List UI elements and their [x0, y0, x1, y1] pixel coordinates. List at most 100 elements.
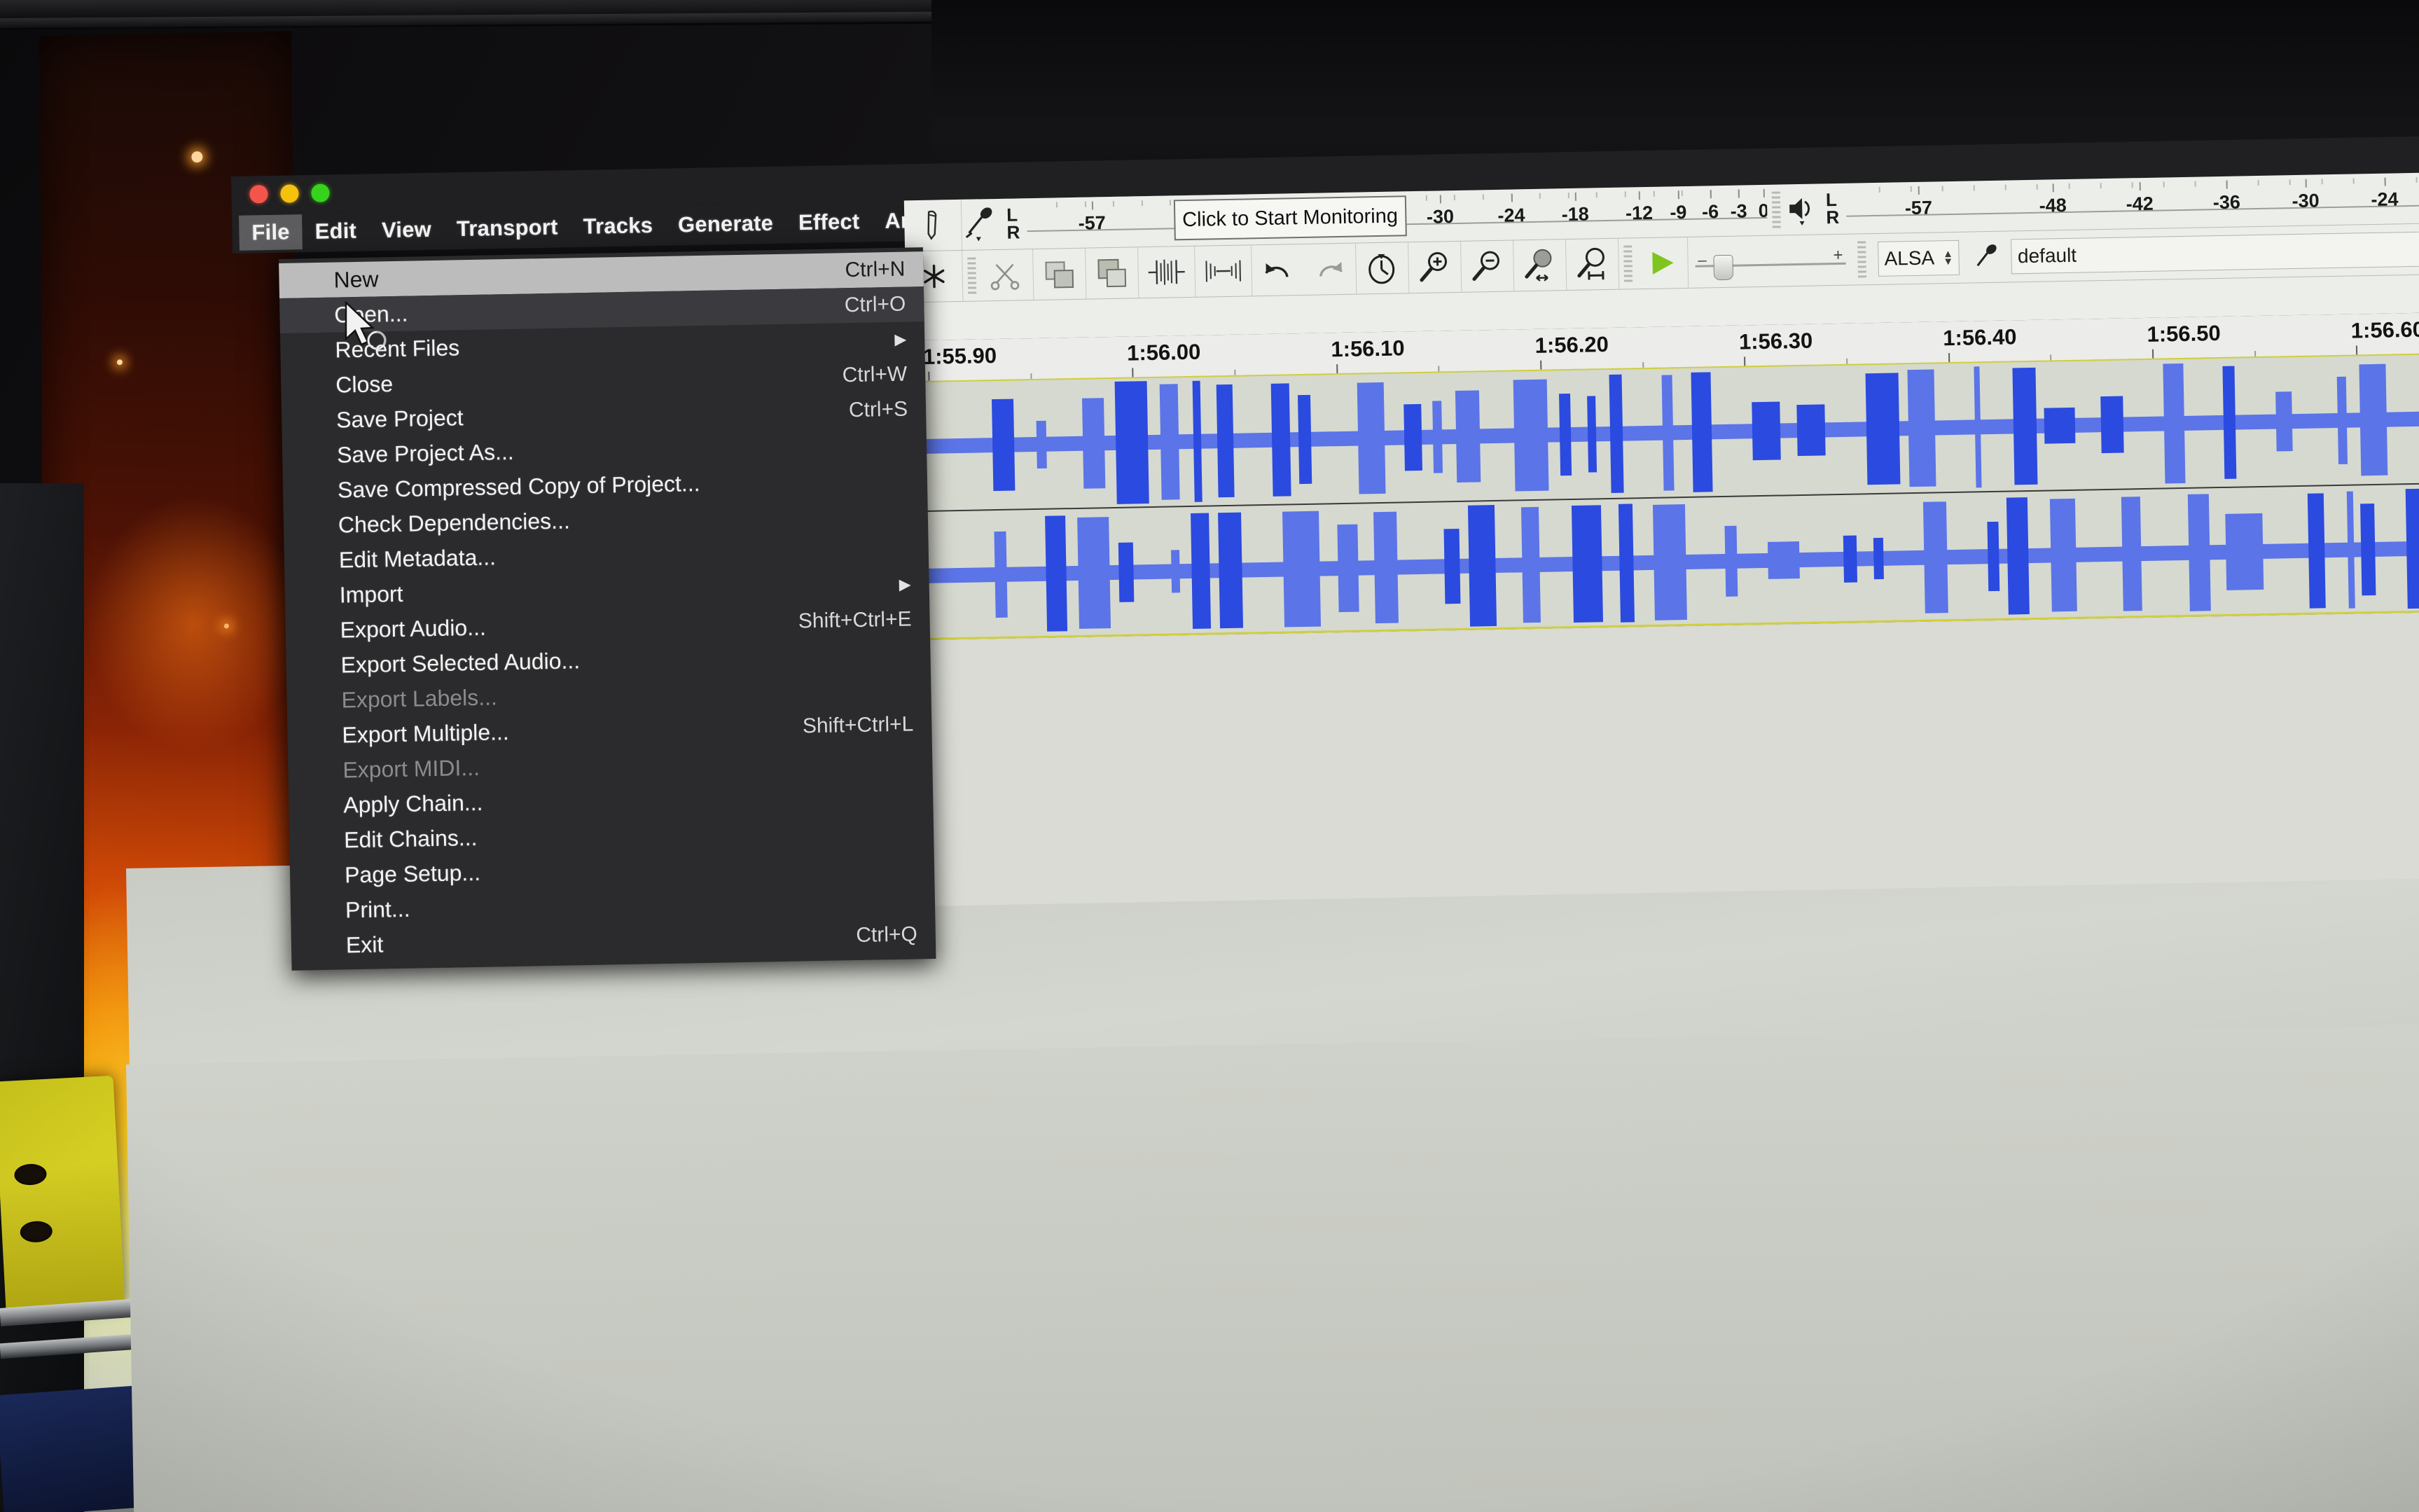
zoom-in-button[interactable] — [1408, 241, 1462, 293]
paste-button[interactable] — [1086, 247, 1139, 299]
waveform-burst — [1270, 382, 1291, 497]
meter-scale-label: -42 — [2126, 193, 2154, 215]
undo-button[interactable] — [1252, 244, 1304, 296]
trim-audio-button[interactable] — [1138, 246, 1196, 298]
sync-lock-button[interactable] — [1356, 242, 1410, 294]
waveform-burst — [2012, 367, 2038, 485]
waveform-burst — [1191, 513, 1212, 630]
meter-minor-tick — [2037, 183, 2039, 190]
timeline-minor-tick — [2050, 354, 2052, 361]
zoom-out-button[interactable] — [1460, 240, 1515, 292]
timeline-minor-tick — [1234, 369, 1236, 375]
waveform-burst — [1767, 541, 1800, 579]
meter-minor-tick — [2384, 177, 2386, 183]
timeline-major-tick — [2356, 345, 2358, 355]
waveform-burst — [1217, 384, 1235, 498]
file-menu-item-accelerator: Shift+Ctrl+E — [798, 607, 912, 633]
waveform-burst — [1192, 381, 1203, 502]
waveform-burst — [1337, 524, 1359, 613]
waveform-burst — [1171, 550, 1181, 593]
fit-selection-button[interactable] — [1513, 240, 1567, 291]
meter-scale-tick — [1439, 195, 1442, 204]
meter-minor-tick — [1738, 189, 1740, 195]
meter-scale-label: -57 — [1904, 197, 1933, 219]
file-menu-item-accelerator: Shift+Ctrl+L — [802, 712, 914, 738]
menubar-item-view[interactable]: View — [369, 211, 445, 248]
menubar-item-tracks[interactable]: Tracks — [570, 208, 665, 244]
scissors-icon — [990, 263, 1020, 291]
minimize-window-icon[interactable] — [280, 184, 299, 203]
copy-button[interactable] — [1033, 248, 1087, 300]
device-toolbar-grip[interactable] — [1857, 241, 1867, 278]
playback-meter-channel-labels: LR — [1825, 189, 1840, 228]
timeline-minor-tick — [1438, 366, 1440, 372]
timeline-label: 1:56.30 — [1738, 328, 1813, 354]
zoom-out-icon — [1472, 251, 1500, 281]
meter-minor-tick — [1766, 188, 1768, 195]
audio-host-value: ALSA — [1884, 247, 1935, 270]
timeline-label: 1:56.60 — [2350, 317, 2419, 343]
file-menu-item-label: Edit Chains... — [343, 824, 478, 852]
monitoring-hint[interactable]: Click to Start Monitoring — [1173, 195, 1407, 241]
timeline-minor-tick — [1030, 373, 1032, 380]
tools-toolbar-grip[interactable] — [903, 199, 963, 251]
redo-button[interactable] — [1303, 243, 1357, 295]
file-menu-item-accelerator: Ctrl+S — [848, 397, 908, 422]
close-window-icon[interactable] — [249, 185, 268, 204]
file-menu-item-label: Check Dependencies... — [338, 507, 571, 538]
waveform-burst — [2100, 396, 2124, 453]
waveform-burst — [2360, 504, 2376, 596]
playback-meter-grip[interactable] — [1771, 191, 1781, 228]
recording-device-select[interactable]: default ▲▼ — [1966, 222, 2419, 283]
waveform-burst — [1357, 382, 1386, 494]
fit-project-icon — [1577, 247, 1604, 280]
track-area[interactable] — [907, 349, 2419, 641]
timeline-label: 1:56.10 — [1331, 335, 1405, 362]
track-empty-space[interactable] — [912, 608, 2419, 907]
waveform-burst — [2050, 498, 2078, 612]
cut-button[interactable] — [980, 249, 1034, 301]
meter-scale-label: -36 — [2212, 191, 2241, 214]
fit-project-button[interactable] — [1565, 238, 1620, 291]
meter-scale-label: -30 — [2292, 190, 2320, 212]
menubar-item-transport[interactable]: Transport — [443, 209, 571, 247]
meter-minor-tick — [2226, 180, 2228, 186]
meter-minor-tick — [2163, 181, 2165, 188]
audio-host-select[interactable]: ALSA ▲ ▼ — [1871, 233, 1967, 284]
menubar-item-effect[interactable]: Effect — [786, 204, 873, 240]
waveform-burst — [1843, 535, 1858, 583]
host-spinner-icon[interactable]: ▲ ▼ — [1943, 248, 1953, 268]
menubar-item-edit[interactable]: Edit — [302, 213, 369, 249]
file-menu-item-label: Export Labels... — [341, 684, 498, 712]
screenshot-root: File Edit View Transport Tracks Generate Effec… — [0, 0, 2419, 1512]
waveform-burst — [1118, 542, 1135, 602]
meter-minor-tick — [1084, 201, 1086, 207]
file-menu-dropdown[interactable]: New Ctrl+N Open... Ctrl+O Recent Files ▶ Close… — [279, 247, 936, 971]
play-cut-preview-grip[interactable] — [1623, 245, 1633, 282]
maximize-window-icon[interactable] — [311, 183, 330, 202]
paste-icon — [1097, 258, 1127, 288]
waveform-burst — [1114, 381, 1149, 504]
menubar-item-file[interactable]: File — [239, 214, 303, 251]
silence-audio-button[interactable] — [1195, 245, 1253, 297]
waveform-burst — [1455, 390, 1481, 483]
recording-meter-channel-labels: LR — [1006, 204, 1020, 243]
mixer-output-slider[interactable]: – + — [1688, 235, 1853, 288]
waveform-burst — [1443, 528, 1461, 604]
play-cut-preview-button[interactable] — [1636, 237, 1689, 289]
meter-minor-tick — [1170, 200, 1172, 206]
file-menu-item-accelerator: Ctrl+O — [844, 292, 906, 317]
edit-toolbar-grip[interactable] — [967, 257, 977, 294]
microphone-icon — [965, 207, 992, 242]
meter-minor-tick — [1910, 186, 1912, 193]
meter-minor-tick — [1511, 193, 1513, 200]
submenu-arrow-icon: ▶ — [899, 575, 911, 593]
timeline-major-tick — [2151, 349, 2154, 359]
meter-minor-tick — [1710, 190, 1712, 196]
waveform-burst — [1587, 395, 1597, 473]
waveform-burst — [2163, 363, 2186, 484]
waveform-burst — [1987, 522, 2000, 591]
waveform-burst — [2336, 377, 2348, 464]
file-menu-item-label: Export Selected Audio... — [340, 647, 581, 677]
menubar-item-generate[interactable]: Generate — [665, 206, 786, 243]
